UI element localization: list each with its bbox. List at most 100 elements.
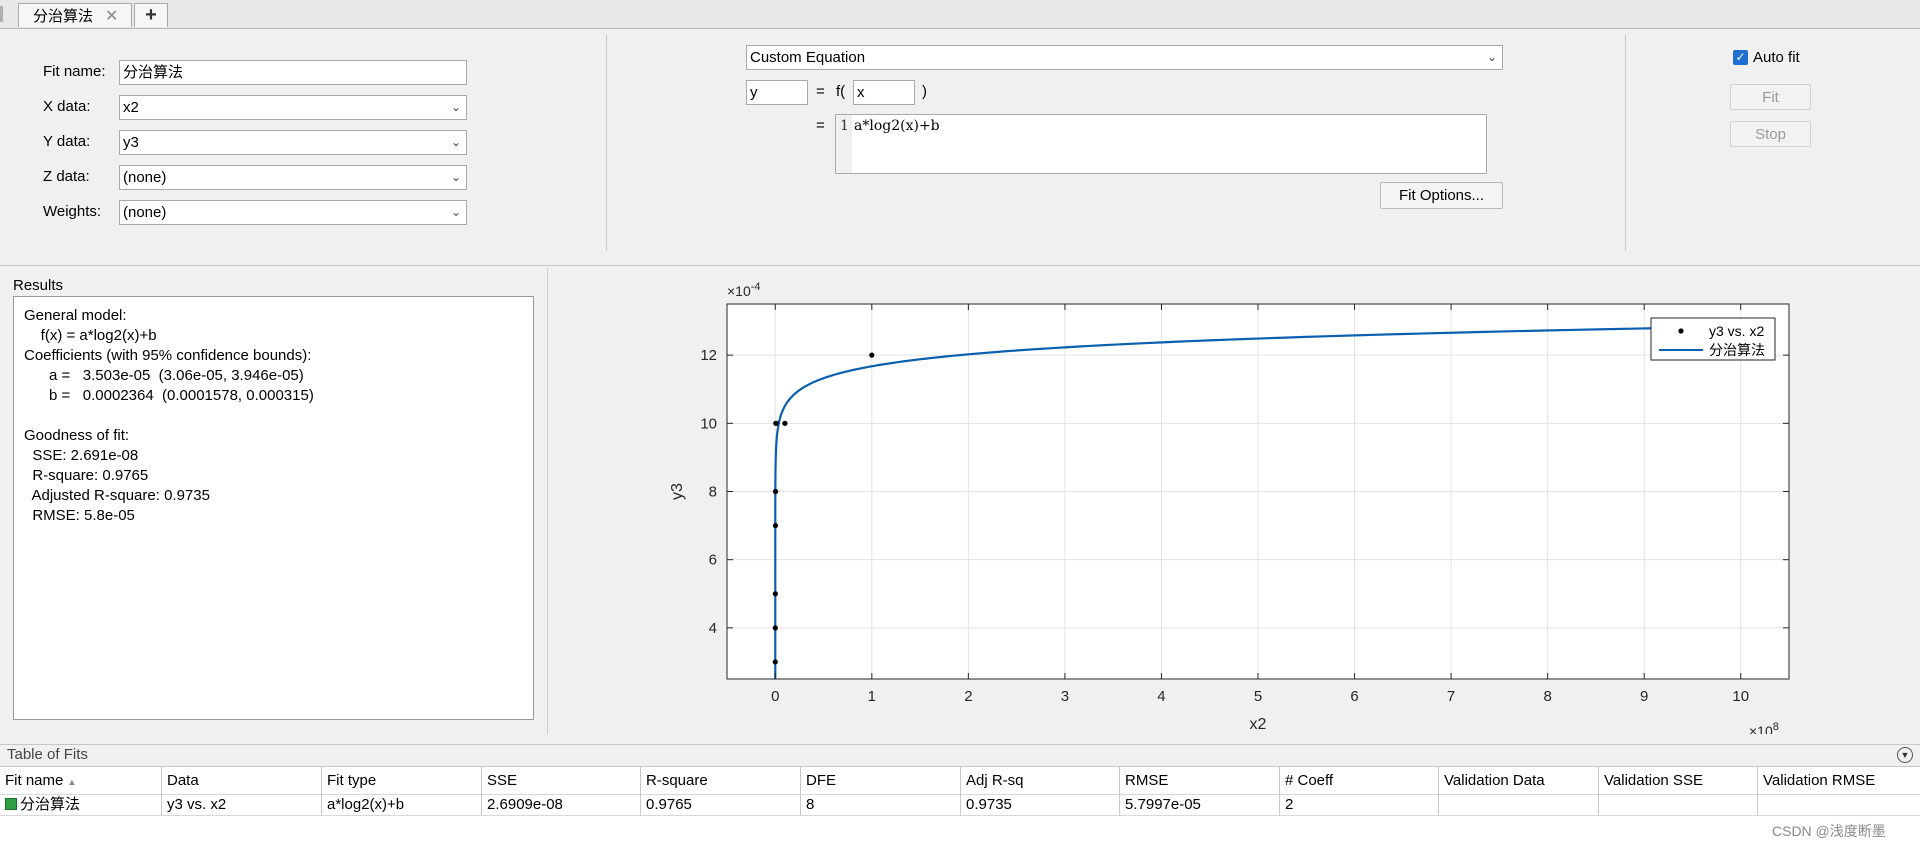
x-data-label: X data: (43, 98, 91, 115)
column-header-adj-r-sq[interactable]: Adj R-sq (961, 767, 1120, 795)
column-header-num-coeff[interactable]: # Coeff (1280, 767, 1439, 795)
x-tick-label: 1 (868, 688, 876, 705)
collapse-icon[interactable]: ▼ (1897, 747, 1913, 763)
x-exponent-power: 8 (1773, 721, 1779, 733)
add-tab-button[interactable]: + (134, 3, 168, 27)
panel-grip[interactable] (0, 6, 3, 22)
results-panel[interactable]: General model: f(x) = a*log2(x)+b Coeffi… (13, 296, 534, 720)
fit-plot[interactable]: 0 1 2 3 4 5 6 7 8 9 104681012 x2 y3 ×10-4 ×108 y3 … (548, 268, 1919, 734)
table-row-cell-r-square[interactable]: 0.9765 (641, 795, 801, 816)
y-tick-label: 12 (700, 347, 717, 364)
legend[interactable]: y3 vs. x2 分治算法 (1650, 317, 1776, 361)
weights-value: (none) (123, 204, 167, 221)
chevron-down-icon: ⌄ (450, 100, 461, 114)
results-line: b = 0.0002364 (0.0001578, 0.000315) (24, 387, 314, 404)
sort-ascending-icon: ▲ (67, 777, 77, 787)
line-number: 1 (840, 118, 849, 134)
tab-bar: 分治算法 ✕ + (0, 0, 1920, 29)
equals-label-2: = (816, 117, 825, 134)
results-line: RMSE: 5.8e-05 (24, 507, 135, 524)
table-of-fits[interactable]: Fit name ▲ Data Fit type SSE R-square DF… (0, 766, 1920, 842)
column-header-data[interactable]: Data (162, 767, 322, 795)
independent-variable-input[interactable]: x (853, 80, 915, 105)
table-row-cell-sse[interactable]: 2.6909e-08 (482, 795, 641, 816)
column-header-dfe[interactable]: DFE (801, 767, 961, 795)
column-header-rmse[interactable]: RMSE (1120, 767, 1280, 795)
column-header-r-square[interactable]: R-square (641, 767, 801, 795)
table-row-cell-data[interactable]: y3 vs. x2 (162, 795, 322, 816)
fit-type-value: Custom Equation (750, 49, 866, 66)
table-row-cell-validation-sse[interactable] (1599, 795, 1758, 816)
equation-editor[interactable]: 1 a*log2(x)+b (835, 114, 1487, 174)
legend-marker-points (1678, 328, 1684, 334)
tab-fit[interactable]: 分治算法 ✕ (18, 3, 132, 27)
divider (606, 35, 607, 251)
x-tick-label: 5 (1254, 688, 1262, 705)
results-line: General model: (24, 307, 127, 324)
results-line: a = 3.503e-05 (3.06e-05, 3.946e-05) (24, 367, 304, 384)
dependent-variable-input[interactable]: y (746, 80, 808, 105)
data-point (772, 625, 778, 631)
table-row-cell-rmse[interactable]: 5.7997e-05 (1120, 795, 1280, 816)
column-header-validation-sse[interactable]: Validation SSE (1599, 767, 1758, 795)
data-point (772, 659, 778, 665)
results-title: Results (13, 277, 64, 294)
y-exponent-power: -4 (751, 281, 761, 293)
results-line: Coefficients (with 95% confidence bounds… (24, 347, 312, 364)
tab-fit-label: 分治算法 (33, 8, 94, 25)
fit-status-icon (5, 798, 17, 810)
weights-select[interactable]: (none) ⌄ (119, 200, 467, 225)
fit-type-select[interactable]: Custom Equation ⌄ (746, 45, 1503, 70)
fit-name-input[interactable]: 分治算法 (119, 60, 467, 85)
y-tick-label: 4 (709, 620, 717, 637)
data-point (772, 522, 779, 529)
table-row-cell-num-coeff[interactable]: 2 (1280, 795, 1439, 816)
close-icon[interactable]: ✕ (105, 6, 118, 26)
equals-label: = (816, 83, 825, 100)
fit-button[interactable]: Fit (1730, 84, 1811, 110)
x-tick-label: 7 (1447, 688, 1455, 705)
y-data-value: y3 (123, 134, 139, 151)
chevron-down-icon: ⌄ (1486, 50, 1497, 64)
column-header-fit-name[interactable]: Fit name ▲ (0, 767, 162, 795)
auto-fit-checkbox[interactable]: ✓ (1733, 50, 1748, 65)
results-line: Adjusted R-square: 0.9735 (24, 487, 210, 504)
x-tick-label: 3 (1061, 688, 1069, 705)
y-data-select[interactable]: y3 ⌄ (119, 130, 467, 155)
plot-panel: 0 1 2 3 4 5 6 7 8 9 10 4 6 8 10 12 x2 y3 ×10-4 ×108 y3 … (547, 268, 1919, 734)
table-row-cell-adj-r-sq[interactable]: 0.9735 (961, 795, 1120, 816)
results-line: Goodness of fit: (24, 427, 130, 444)
table-row-cell-validation-data[interactable] (1439, 795, 1599, 816)
z-data-select[interactable]: (none) ⌄ (119, 165, 467, 190)
y-tick-label: 8 (709, 484, 717, 501)
legend-label-points: y3 vs. x2 (1709, 323, 1764, 339)
x-tick-label: 4 (1157, 688, 1165, 705)
close-paren-label: ) (922, 83, 927, 100)
table-row-cell-validation-rmse[interactable] (1758, 795, 1920, 816)
x-exponent-label: ×108 (1749, 721, 1779, 734)
x-tick-label: 9 (1640, 688, 1648, 705)
x-tick-label: 10 (1732, 688, 1749, 705)
equation-text: a*log2(x)+b (854, 118, 940, 134)
data-point (772, 591, 778, 597)
stop-button[interactable]: Stop (1730, 121, 1811, 147)
y-exponent-label: ×10-4 (727, 281, 761, 299)
fit-options-button[interactable]: Fit Options... (1380, 182, 1503, 209)
y-exponent-base: ×10 (727, 283, 751, 299)
column-header-validation-rmse[interactable]: Validation RMSE (1758, 767, 1920, 795)
table-row-cell-fit-name[interactable]: 分治算法 (0, 795, 162, 816)
plus-icon: + (145, 4, 157, 26)
column-header-sse[interactable]: SSE (482, 767, 641, 795)
x-tick-label: 6 (1350, 688, 1358, 705)
legend-label-curve: 分治算法 (1709, 342, 1765, 358)
table-row-cell-fit-type[interactable]: a*log2(x)+b (322, 795, 482, 816)
column-header-validation-data[interactable]: Validation Data (1439, 767, 1599, 795)
x-exponent-base: ×10 (1749, 723, 1773, 734)
x-data-value: x2 (123, 99, 139, 116)
column-header-fit-type[interactable]: Fit type (322, 767, 482, 795)
table-of-fits-header: Table of Fits ▼ (0, 744, 1920, 766)
f-label: f( (836, 83, 846, 100)
table-row-cell-dfe[interactable]: 8 (801, 795, 961, 816)
x-data-select[interactable]: x2 ⌄ (119, 95, 467, 120)
z-data-value: (none) (123, 169, 167, 186)
